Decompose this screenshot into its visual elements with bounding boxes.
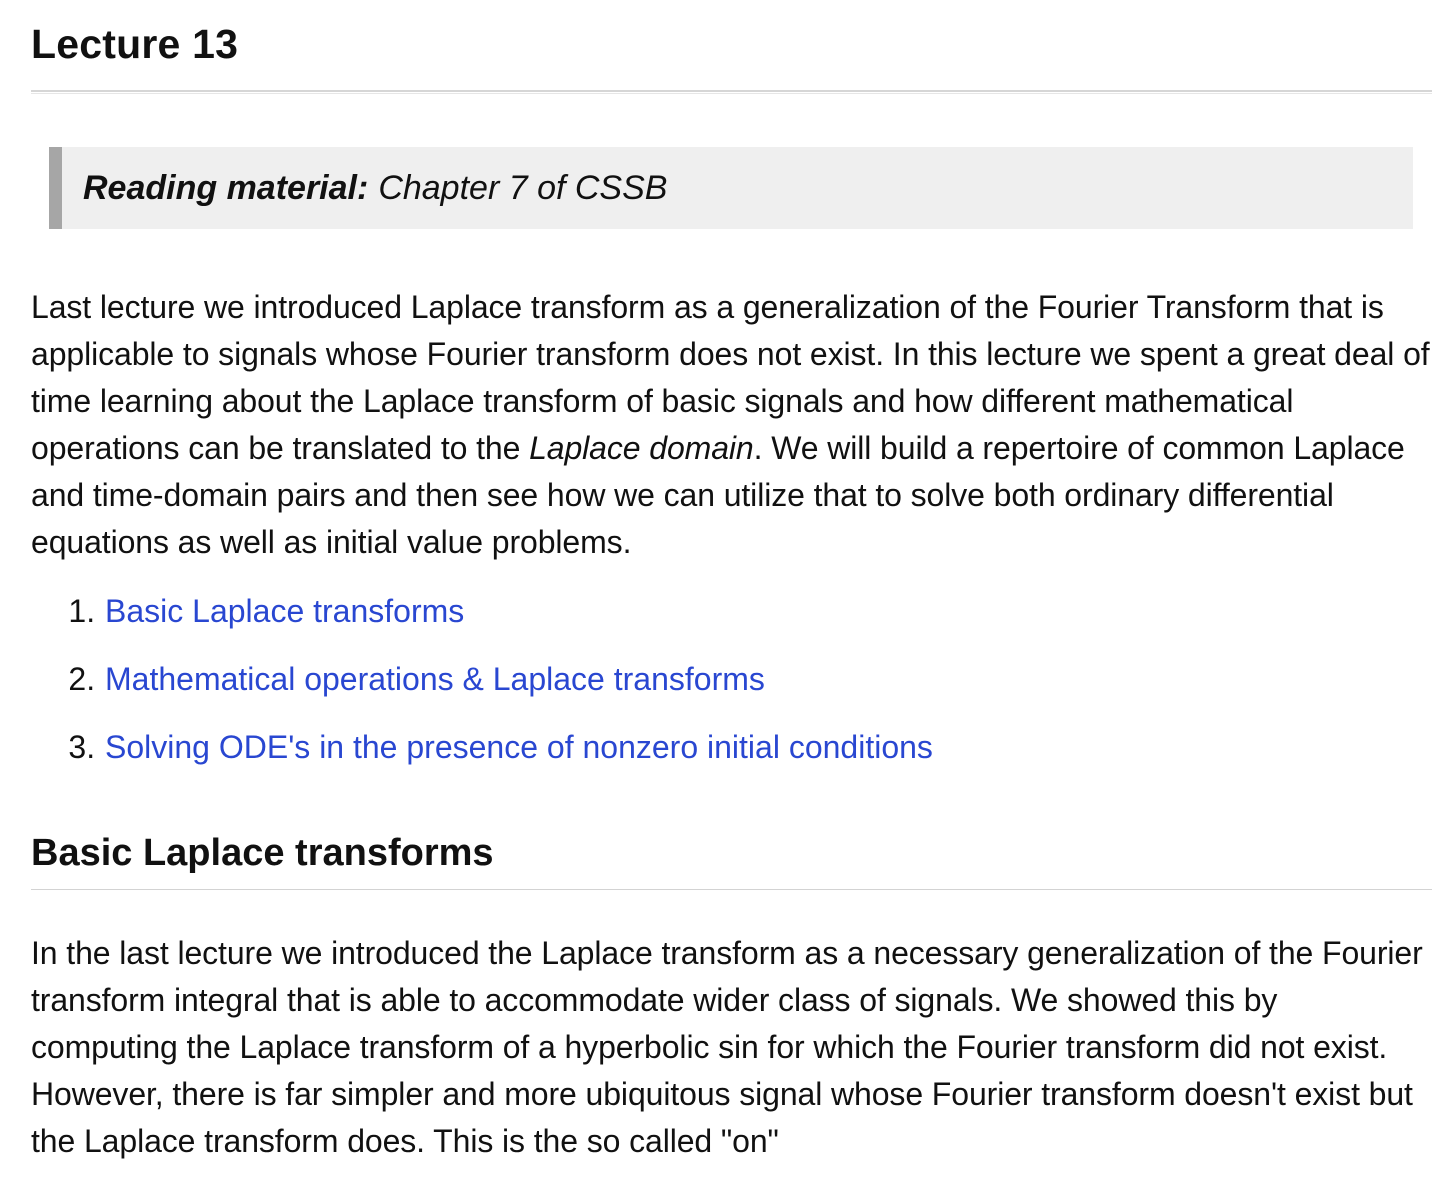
- toc-link-basic-laplace-transforms[interactable]: Basic Laplace transforms: [105, 593, 464, 629]
- section-paragraph: In the last lecture we introduced the La…: [31, 935, 1423, 1159]
- title-divider: [31, 90, 1432, 94]
- document-page: Lecture 13 Reading material: Chapter 7 o…: [0, 0, 1440, 1202]
- section-divider: [31, 889, 1432, 890]
- intro-paragraph: Last lecture we introduced Laplace trans…: [31, 284, 1432, 566]
- toc-item: Basic Laplace transforms: [104, 588, 1432, 635]
- section-heading-basic-laplace: Basic Laplace transforms: [31, 832, 494, 874]
- toc-link-mathematical-operations[interactable]: Mathematical operations & Laplace transf…: [105, 661, 765, 697]
- reading-material-label: Reading material:: [83, 168, 369, 207]
- reading-material-text: Chapter 7 of CSSB: [378, 168, 668, 207]
- toc-item: Mathematical operations & Laplace transf…: [104, 656, 1432, 703]
- reading-material-callout: Reading material: Chapter 7 of CSSB: [49, 147, 1413, 229]
- toc-link-solving-odes[interactable]: Solving ODE's in the presence of nonzero…: [105, 729, 933, 765]
- toc-item: Solving ODE's in the presence of nonzero…: [104, 724, 1432, 771]
- page-title: Lecture 13: [31, 21, 239, 67]
- table-of-contents: Basic Laplace transforms Mathematical op…: [31, 588, 1432, 771]
- intro-emphasis: Laplace domain: [529, 430, 754, 466]
